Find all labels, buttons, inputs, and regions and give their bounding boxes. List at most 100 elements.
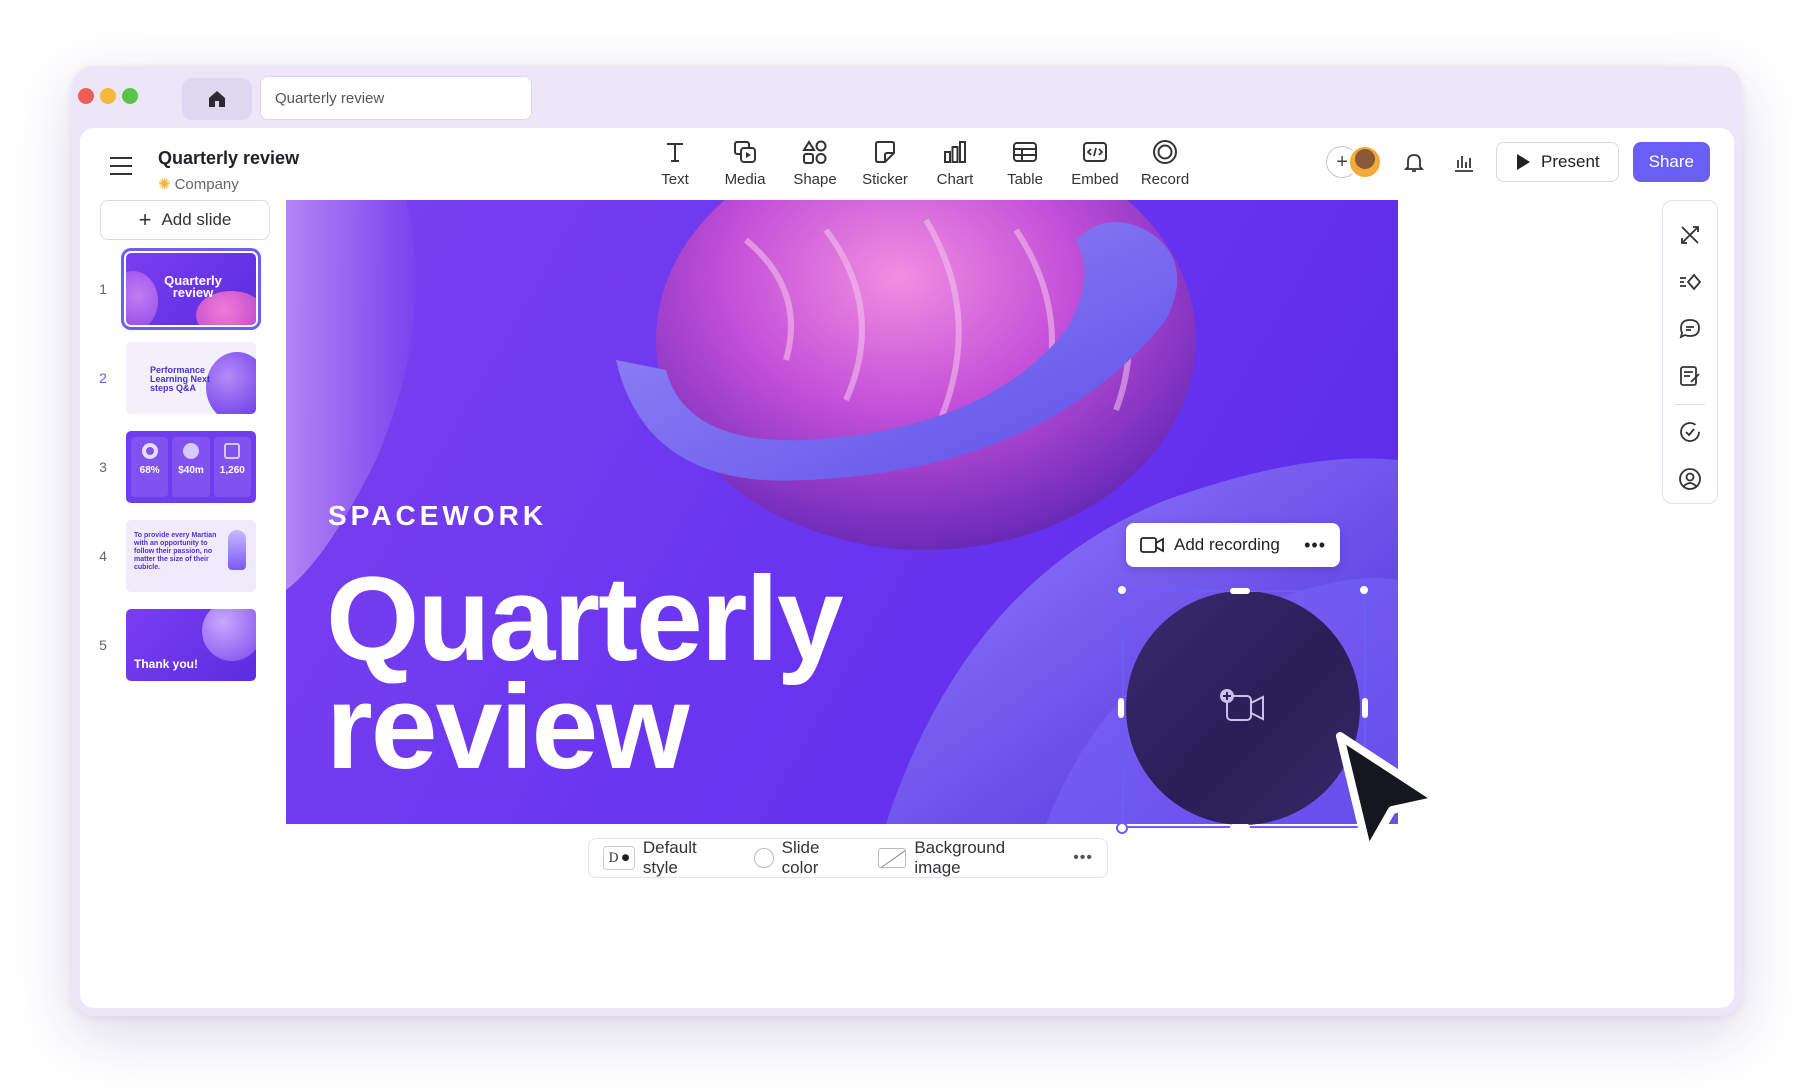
notifications-button[interactable] <box>1396 144 1432 180</box>
tool-label: Table <box>1007 171 1043 188</box>
slide-thumbnail-5[interactable]: 5 Thank you! <box>96 609 256 681</box>
tool-media[interactable]: Media <box>710 138 780 188</box>
more-options-icon[interactable]: ••• <box>1073 849 1093 867</box>
resize-handle-right[interactable] <box>1362 698 1368 718</box>
record-icon <box>1153 140 1177 164</box>
notes-icon <box>1680 366 1700 386</box>
background-image-label: Background image <box>914 838 1006 877</box>
resize-handle-tl[interactable] <box>1116 584 1128 596</box>
slide-title[interactable]: Quarterly review <box>326 552 844 794</box>
tool-label: Text <box>661 171 689 188</box>
menu-icon[interactable] <box>108 154 136 178</box>
analytics-button[interactable] <box>1446 144 1482 180</box>
table-icon <box>1013 142 1037 162</box>
tool-label: Chart <box>936 171 974 188</box>
present-button[interactable]: Present <box>1496 142 1619 182</box>
notes-button[interactable] <box>1670 358 1710 395</box>
slide-title-line-1: Quarterly <box>326 552 844 686</box>
right-sidebar <box>1662 200 1718 504</box>
slide-title-text: Quarterly review <box>164 273 222 300</box>
share-button[interactable]: Share <box>1632 142 1710 182</box>
home-icon <box>209 91 225 107</box>
minimize-window-button[interactable] <box>100 88 116 104</box>
slide-thanks-text: Thank you! <box>134 657 199 671</box>
slide-number: 2 <box>99 370 107 386</box>
slide-logo[interactable]: SPACEWORK <box>328 500 547 532</box>
tool-chart[interactable]: Chart <box>920 138 990 188</box>
play-icon <box>1517 154 1531 170</box>
slide-style-bar: D ● Default style Slide color Background … <box>588 838 1108 878</box>
background-image-button[interactable]: Background image <box>878 838 1055 878</box>
add-slide-button[interactable]: + Add slide <box>100 200 270 240</box>
tool-text[interactable]: Text <box>640 138 710 188</box>
sun-icon: ✺ <box>158 176 171 193</box>
media-icon <box>734 141 756 163</box>
more-options-icon[interactable]: ••• <box>1304 535 1326 556</box>
tool-table[interactable]: Table <box>990 138 1060 188</box>
comments-button[interactable] <box>1670 310 1710 347</box>
header-actions: + Present Share <box>1326 142 1710 182</box>
sticker-icon <box>875 141 895 163</box>
tool-sticker[interactable]: Sticker <box>850 138 920 188</box>
slide-number: 4 <box>99 548 107 564</box>
avatar[interactable] <box>1348 145 1383 179</box>
slide-thumbnail-3[interactable]: 3 68% $40m 1,260 <box>96 431 256 503</box>
animations-button[interactable] <box>1670 263 1710 300</box>
comment-icon <box>1679 319 1700 339</box>
user-circle-icon <box>1679 468 1701 491</box>
add-slide-label: Add slide <box>161 210 232 229</box>
slide-number: 3 <box>99 459 107 475</box>
tool-record[interactable]: Record <box>1130 138 1200 188</box>
design-tools-icon <box>1681 225 1699 244</box>
design-tools-button[interactable] <box>1670 216 1710 253</box>
tool-label: Embed <box>1071 171 1119 188</box>
slide-title-line-2: review <box>326 660 690 794</box>
maximize-window-button[interactable] <box>122 88 138 104</box>
divider <box>1675 403 1705 405</box>
checklist-button[interactable] <box>1670 414 1710 451</box>
slide-preview[interactable]: Thank you! <box>126 609 256 681</box>
stat-value: $40m <box>178 465 204 476</box>
slide-preview[interactable]: 68% $40m 1,260 <box>126 431 256 503</box>
resize-handle-bottom[interactable] <box>1230 824 1250 830</box>
close-window-button[interactable] <box>78 88 94 104</box>
app-window: Quarterly review Quarterly review ✺ Comp… <box>72 66 1742 1016</box>
check-circle-icon <box>1680 422 1700 443</box>
present-label: Present <box>1541 152 1600 171</box>
workspace-link[interactable]: ✺ Company <box>158 175 239 194</box>
browser-tab[interactable]: Quarterly review <box>260 76 532 120</box>
slide-color-button[interactable]: Slide color <box>753 838 861 878</box>
slide-preview[interactable]: Quarterly review <box>121 248 261 330</box>
slide-color-label: Slide color <box>781 838 820 877</box>
slide-thumbnail-2[interactable]: 2 Performance Learning Next steps Q&A <box>96 342 256 414</box>
default-style-button[interactable]: D ● Default style <box>603 838 736 878</box>
collaborators: + <box>1326 145 1383 179</box>
tool-shape[interactable]: Shape <box>780 138 850 188</box>
stat-value: 68% <box>139 465 160 476</box>
add-recording-button[interactable]: Add recording <box>1174 535 1280 555</box>
resize-handle-bl[interactable] <box>1116 822 1128 834</box>
resize-handle-top[interactable] <box>1230 588 1250 594</box>
slide-thumbnail-1[interactable]: 1 Quarterly review <box>96 248 261 330</box>
slide-thumbnail-4[interactable]: 4 To provide every Martian with an oppor… <box>96 520 256 592</box>
embed-icon <box>1083 142 1107 162</box>
text-icon <box>667 143 683 162</box>
analytics-icon <box>1455 156 1474 172</box>
tool-embed[interactable]: Embed <box>1060 138 1130 188</box>
insert-toolbar: Text Media Shape Sticker Chart Table Emb… <box>640 138 1200 188</box>
resize-handle-tr[interactable] <box>1358 584 1370 596</box>
video-camera-icon <box>1140 537 1164 553</box>
resize-handle-left[interactable] <box>1118 698 1124 718</box>
profile-button[interactable] <box>1670 461 1710 498</box>
tool-label: Record <box>1140 171 1190 188</box>
chart-icon <box>944 141 966 163</box>
home-button[interactable] <box>182 78 252 120</box>
slide-preview[interactable]: To provide every Martian with an opportu… <box>126 520 256 592</box>
slide-quote-text: To provide every Martian with an opportu… <box>134 532 217 571</box>
editor-app: Quarterly review ✺ Company Text Media Sh… <box>80 128 1734 1008</box>
recording-toolbar: Add recording ••• <box>1126 523 1340 567</box>
slide-number: 1 <box>99 281 107 297</box>
slide-preview[interactable]: Performance Learning Next steps Q&A <box>126 342 256 414</box>
doc-title[interactable]: Quarterly review <box>158 148 299 169</box>
no-image-icon <box>878 848 907 868</box>
